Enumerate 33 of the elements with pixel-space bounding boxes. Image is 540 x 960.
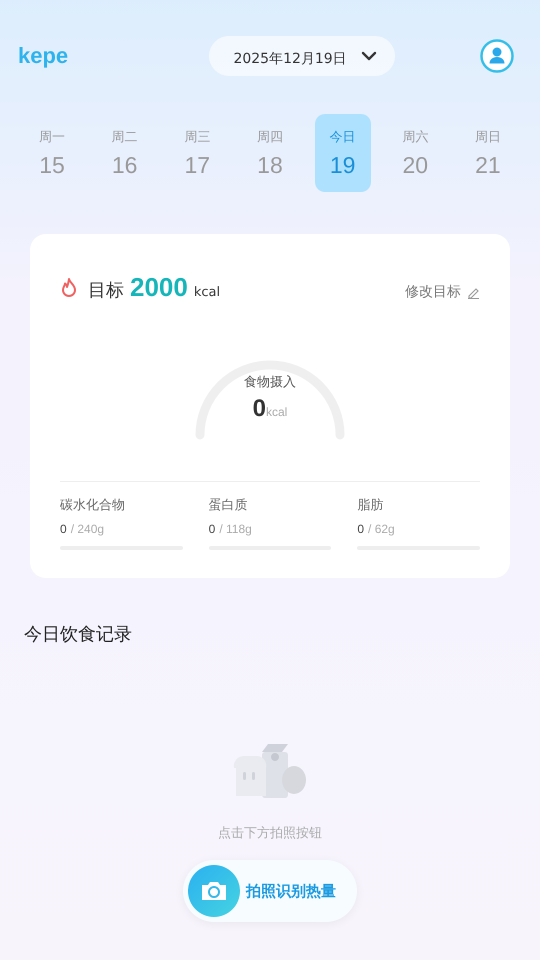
camera-icon (200, 880, 228, 902)
macro-name: 碳水化合物 (60, 497, 126, 514)
day-tab[interactable]: 周日 21 (460, 114, 516, 192)
camera-button[interactable]: 拍照识别热量 (183, 860, 357, 922)
day-tab[interactable]: 周三 17 (169, 114, 226, 192)
day-tab[interactable]: 周一 15 (24, 114, 80, 192)
day-tab[interactable]: 周二 16 (96, 114, 153, 192)
pencil-icon (467, 286, 480, 298)
macro-target: / 62g (368, 522, 395, 536)
macro-target: / 118g (219, 522, 252, 536)
intake-unit: kcal (266, 405, 288, 419)
empty-hint: 点击下方拍照按钮 (218, 825, 322, 842)
day-tab[interactable]: 周六 20 (387, 114, 444, 192)
avatar-icon[interactable] (480, 39, 514, 73)
macro-name: 脂肪 (357, 497, 384, 514)
date-picker[interactable]: 2025年12月19日 (209, 36, 395, 76)
macro-value: 0 (208, 522, 216, 536)
macro-name: 蛋白质 (208, 497, 249, 514)
goal-value: 2000 (130, 272, 188, 303)
chevron-down-icon (360, 51, 377, 61)
app-logo: kepe (18, 43, 68, 69)
gauge-label: 食物摄入 (244, 374, 296, 391)
macro-value: 0 (60, 522, 67, 536)
flame-icon (60, 276, 78, 298)
goal-label: 目标 (88, 279, 124, 302)
edit-goal-link[interactable]: 修改目标 (405, 283, 480, 301)
goal-unit: kcal (194, 285, 220, 300)
section-title: 今日饮食记录 (24, 623, 133, 646)
intake-value: 0 (252, 395, 266, 423)
macro-target: / 240g (70, 522, 104, 536)
macro-value: 0 (357, 522, 364, 536)
day-tab[interactable]: 今日 19 (314, 114, 371, 192)
day-tab[interactable]: 周四 18 (242, 114, 298, 192)
